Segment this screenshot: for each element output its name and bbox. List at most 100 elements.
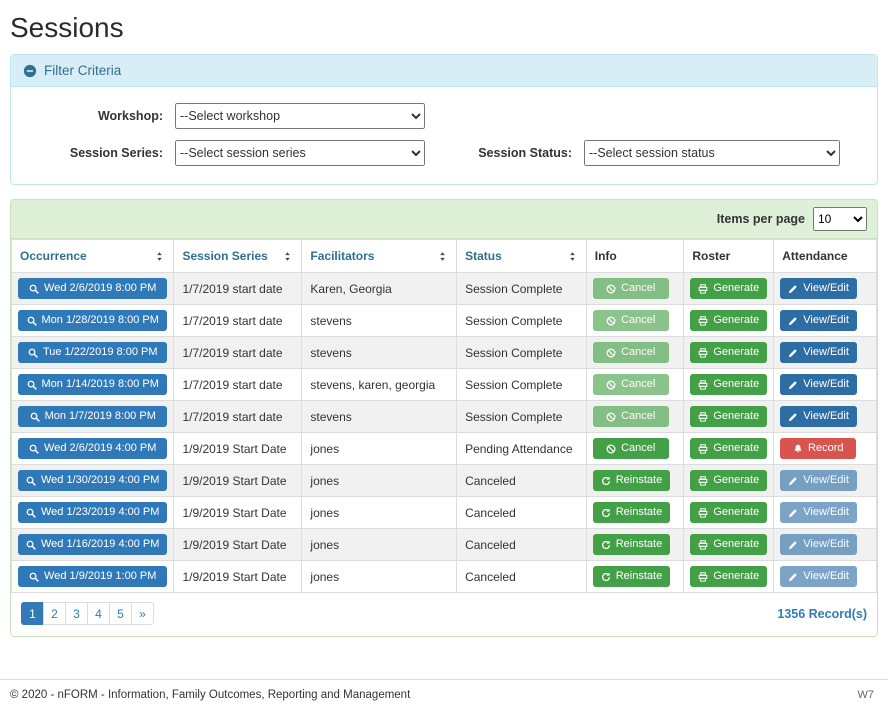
column-header-status[interactable]: Status [457, 240, 587, 273]
roster-generate-button[interactable]: Generate [690, 342, 767, 363]
occurrence-cell: Wed 1/9/2019 1:00 PM [12, 561, 174, 593]
column-label: Attendance [782, 249, 847, 263]
occurrence-button[interactable]: Mon 1/7/2019 8:00 PM [18, 406, 167, 427]
page-button[interactable]: 3 [65, 602, 88, 625]
roster-generate-button[interactable]: Generate [690, 470, 767, 491]
occurrence-cell: Wed 2/6/2019 8:00 PM [12, 273, 174, 305]
occurrence-cell: Mon 1/14/2019 8:00 PM [12, 369, 174, 401]
table-row: Wed 2/6/2019 8:00 PM 1/7/2019 start date… [12, 273, 877, 305]
info-button[interactable]: Reinstate [593, 470, 670, 491]
roster-generate-button[interactable]: Generate [690, 310, 767, 331]
column-header-roster: Roster [684, 240, 774, 273]
facilitators-cell: jones [302, 433, 457, 465]
facilitators-cell: stevens [302, 337, 457, 369]
attendance-button[interactable]: View/Edit [780, 342, 857, 363]
footer-environment: W7 [858, 689, 875, 701]
session-series-cell: 1/7/2019 start date [174, 305, 302, 337]
occurrence-cell: Tue 1/22/2019 8:00 PM [12, 337, 174, 369]
roster-cell: Generate [684, 369, 774, 401]
info-cell: Cancel [586, 369, 684, 401]
info-cell: Reinstate [586, 561, 684, 593]
info-cell: Reinstate [586, 465, 684, 497]
column-header-session-series[interactable]: Session Series [174, 240, 302, 273]
session-series-select[interactable]: --Select session series [175, 140, 425, 166]
column-header-attendance: Attendance [774, 240, 877, 273]
roster-generate-button[interactable]: Generate [690, 438, 767, 459]
session-status-label: Session Status: [444, 146, 584, 160]
occurrence-button[interactable]: Wed 2/6/2019 4:00 PM [18, 438, 167, 459]
occurrence-button[interactable]: Tue 1/22/2019 8:00 PM [18, 342, 167, 363]
items-per-page-select[interactable]: 10 [813, 207, 867, 231]
attendance-cell: View/Edit [774, 465, 877, 497]
session-series-cell: 1/7/2019 start date [174, 273, 302, 305]
sort-icon [154, 251, 165, 262]
table-row: Mon 1/7/2019 8:00 PM 1/7/2019 start date… [12, 401, 877, 433]
column-label: Roster [692, 249, 730, 263]
page-button[interactable]: » [131, 602, 154, 625]
facilitators-cell: stevens [302, 401, 457, 433]
info-button: Cancel [593, 374, 669, 395]
attendance-button[interactable]: View/Edit [780, 406, 857, 427]
roster-generate-button[interactable]: Generate [690, 406, 767, 427]
roster-cell: Generate [684, 337, 774, 369]
workshop-select[interactable]: --Select workshop [175, 103, 425, 129]
roster-generate-button[interactable]: Generate [690, 534, 767, 555]
roster-generate-button[interactable]: Generate [690, 502, 767, 523]
roster-generate-button[interactable]: Generate [690, 278, 767, 299]
facilitators-cell: jones [302, 529, 457, 561]
filter-criteria-header[interactable]: Filter Criteria [11, 55, 877, 87]
attendance-button[interactable]: View/Edit [780, 310, 857, 331]
page-button[interactable]: 4 [87, 602, 110, 625]
page-button[interactable]: 2 [43, 602, 66, 625]
search-icon [26, 476, 36, 486]
attendance-button[interactable]: View/Edit [780, 374, 857, 395]
occurrence-cell: Wed 2/6/2019 4:00 PM [12, 433, 174, 465]
occurrence-button[interactable]: Wed 1/16/2019 4:00 PM [18, 534, 167, 555]
info-button[interactable]: Reinstate [593, 566, 670, 587]
session-series-cell: 1/9/2019 Start Date [174, 465, 302, 497]
occurrence-button[interactable]: Wed 2/6/2019 8:00 PM [18, 278, 167, 299]
info-cell: Reinstate [586, 529, 684, 561]
occurrence-button[interactable]: Mon 1/14/2019 8:00 PM [18, 374, 167, 395]
session-status-select[interactable]: --Select session status [584, 140, 840, 166]
roster-cell: Generate [684, 529, 774, 561]
print-icon [698, 412, 708, 422]
sort-icon [567, 251, 578, 262]
session-series-label: Session Series: [23, 146, 175, 160]
attendance-button[interactable]: View/Edit [780, 278, 857, 299]
occurrence-button[interactable]: Wed 1/9/2019 1:00 PM [18, 566, 167, 587]
roster-generate-button[interactable]: Generate [690, 374, 767, 395]
facilitators-cell: jones [302, 561, 457, 593]
search-icon [27, 380, 37, 390]
search-icon [29, 572, 39, 582]
search-icon [28, 348, 38, 358]
search-icon [29, 444, 39, 454]
attendance-button[interactable]: Record [780, 438, 856, 459]
page-button[interactable]: 1 [21, 602, 44, 625]
session-series-cell: 1/9/2019 Start Date [174, 529, 302, 561]
info-button[interactable]: Reinstate [593, 502, 670, 523]
filter-panel: Filter Criteria Workshop: --Select works… [10, 54, 878, 185]
roster-generate-button[interactable]: Generate [690, 566, 767, 587]
occurrence-button[interactable]: Wed 1/23/2019 4:00 PM [18, 502, 167, 523]
info-button[interactable]: Cancel [593, 438, 669, 459]
attendance-button: View/Edit [780, 534, 857, 555]
occurrence-button[interactable]: Mon 1/28/2019 8:00 PM [18, 310, 167, 331]
attendance-cell: Record [774, 433, 877, 465]
column-label: Info [595, 249, 617, 263]
collapse-minus-icon[interactable] [23, 64, 37, 78]
status-cell: Pending Attendance [457, 433, 587, 465]
filter-criteria-title: Filter Criteria [44, 63, 121, 78]
info-button[interactable]: Reinstate [593, 534, 670, 555]
column-header-occurrence[interactable]: Occurrence [12, 240, 174, 273]
session-series-cell: 1/9/2019 Start Date [174, 497, 302, 529]
column-header-facilitators[interactable]: Facilitators [302, 240, 457, 273]
occurrence-button[interactable]: Wed 1/30/2019 4:00 PM [18, 470, 167, 491]
session-series-cell: 1/7/2019 start date [174, 337, 302, 369]
page-button[interactable]: 5 [109, 602, 132, 625]
session-series-cell: 1/9/2019 Start Date [174, 433, 302, 465]
workshop-label: Workshop: [23, 109, 175, 123]
occurrence-cell: Mon 1/28/2019 8:00 PM [12, 305, 174, 337]
facilitators-cell: jones [302, 497, 457, 529]
filter-spacer [444, 103, 865, 129]
